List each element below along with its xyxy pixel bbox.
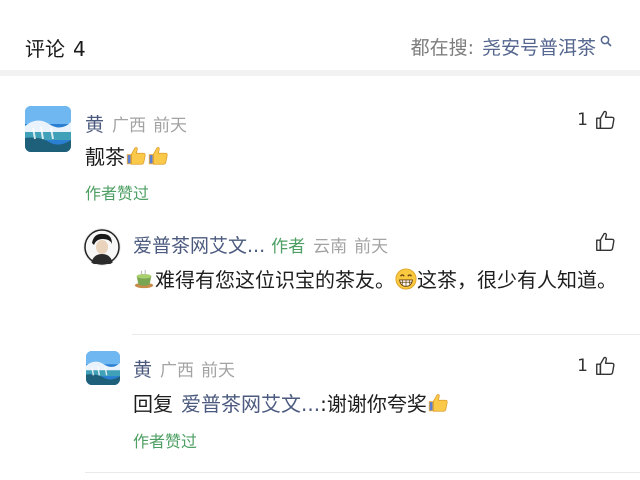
reply-prefix: 回复 <box>133 392 173 416</box>
comment-body-part2: 这茶，很少有人知道。 <box>417 268 617 292</box>
comments-title-label: 评论 <box>25 37 65 61</box>
thumbs-up-icon <box>147 145 169 167</box>
like-button[interactable] <box>594 231 616 253</box>
tea-icon <box>133 268 155 290</box>
comments-title: 评论 4 <box>25 33 86 62</box>
divider <box>132 334 640 335</box>
region: 广西 <box>160 361 195 381</box>
region: 广西 <box>112 116 147 136</box>
search-term-link[interactable]: 尧安号普洱茶 <box>482 37 596 59</box>
thumbs-up-outline-icon[interactable] <box>594 109 616 131</box>
comment-header: 黄广西 前天 <box>85 110 187 137</box>
comment-meta: 云南 前天 <box>313 237 388 257</box>
comment-body-part1: 难得有您这位识宝的茶友。 <box>155 268 395 292</box>
comment-header: 黄广西 前天 <box>133 355 235 382</box>
landscape-avatar-icon <box>86 351 120 385</box>
like-count: 1 <box>577 110 588 130</box>
trending-search[interactable]: 都在搜: 尧安号普洱茶 <box>411 33 612 60</box>
portrait-avatar-icon <box>83 228 121 266</box>
comments-header: 评论 4 都在搜: 尧安号普洱茶 <box>0 0 640 76</box>
timestamp: 前天 <box>153 116 188 136</box>
comment-text: 靓茶 <box>85 141 169 173</box>
search-icon[interactable] <box>600 35 612 47</box>
comment-meta: 广西 前天 <box>112 116 187 136</box>
thumbs-up-outline-icon[interactable] <box>594 355 616 377</box>
username[interactable]: 黄 <box>133 359 152 381</box>
author-approved-label: 作者赞过 <box>85 184 150 203</box>
timestamp: 前天 <box>201 361 236 381</box>
author-approved-label: 作者赞过 <box>133 432 198 451</box>
username[interactable]: 爱普茶网艾文... <box>133 235 265 257</box>
username[interactable]: 黄 <box>85 114 104 136</box>
search-prefix-label: 都在搜: <box>410 37 474 59</box>
comment-text: 难得有您这位识宝的茶友。 这茶，很少有人知道。 <box>133 264 623 296</box>
thumbs-up-outline-icon[interactable] <box>594 231 616 253</box>
avatar[interactable] <box>83 228 121 266</box>
avatar[interactable] <box>25 106 71 152</box>
region: 云南 <box>313 237 348 257</box>
comment-text: 回复 爱普茶网艾文...:谢谢你夸奖 <box>133 388 449 420</box>
author-badge: 作者 <box>271 237 306 257</box>
thumbs-up-icon <box>125 145 147 167</box>
timestamp: 前天 <box>354 237 389 257</box>
comment-body: 靓茶 <box>85 145 125 169</box>
reply-target-user[interactable]: 爱普茶网艾文... <box>181 392 320 416</box>
grin-emoji-icon <box>395 268 417 290</box>
comments-count: 4 <box>73 37 86 61</box>
like-button[interactable]: 1 <box>577 109 616 131</box>
comment-meta: 广西 前天 <box>160 361 235 381</box>
comment-body: :谢谢你夸奖 <box>320 392 427 416</box>
divider <box>85 472 640 473</box>
comment-header: 爱普茶网艾文... 作者 云南 前天 <box>133 231 388 258</box>
landscape-avatar-icon <box>25 106 71 152</box>
thumbs-up-icon <box>427 392 449 414</box>
like-button[interactable]: 1 <box>577 355 616 377</box>
like-count: 1 <box>577 356 588 376</box>
avatar[interactable] <box>86 351 120 385</box>
